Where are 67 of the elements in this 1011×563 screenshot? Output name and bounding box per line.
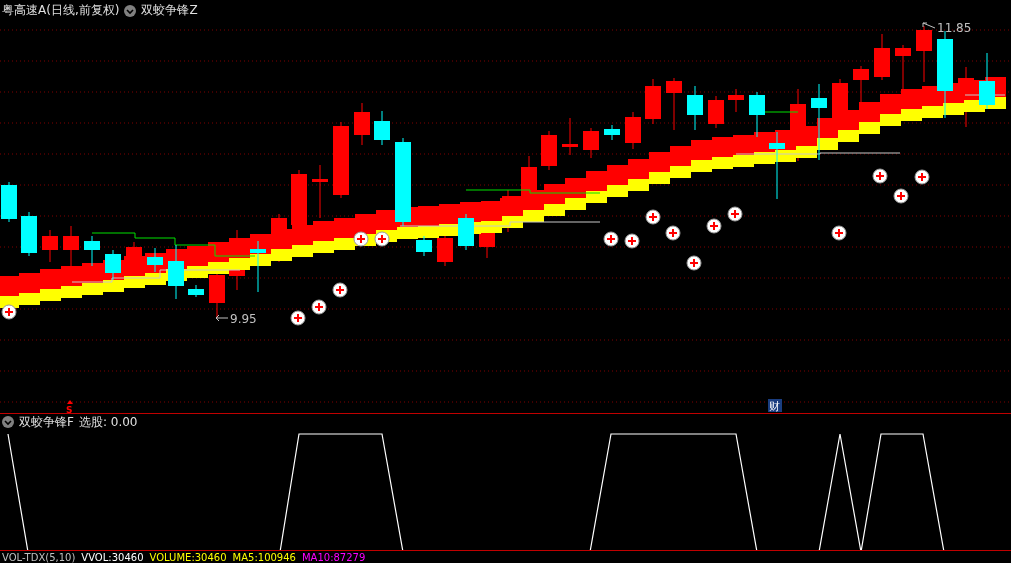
volume-readout: VOL-TDX(5,10) <box>2 551 76 563</box>
candlestick <box>63 225 79 268</box>
finance-marker[interactable]: 财 <box>769 400 780 413</box>
plus-marker-icon <box>645 209 661 225</box>
volume-readout: VOLUME:30460 <box>149 551 227 563</box>
plus-marker-icon <box>686 255 702 271</box>
chart-title: 粤高速A(日线,前复权) <box>2 2 120 19</box>
candlestick <box>916 25 932 83</box>
candlestick <box>604 124 620 141</box>
up-arrow-icon <box>67 400 73 404</box>
candlestick <box>21 211 37 257</box>
candlestick <box>749 91 765 138</box>
candlestick <box>42 229 58 263</box>
low-price-label: 9.95 <box>230 312 257 326</box>
plus-marker-icon <box>603 231 619 247</box>
plus-marker-icon <box>332 282 348 298</box>
candlestick <box>645 78 661 125</box>
arrow-icon <box>215 314 229 322</box>
candlestick <box>250 240 266 293</box>
plus-marker-icon <box>290 310 306 326</box>
candlestick <box>708 95 724 129</box>
candlestick <box>1 181 17 223</box>
candlestick <box>562 117 578 156</box>
volume-readout: VVOL:30460 <box>81 551 144 563</box>
plus-marker-icon <box>706 218 722 234</box>
candlestick <box>769 131 785 200</box>
plus-marker-icon <box>727 206 743 222</box>
plus-marker-icon <box>311 299 327 315</box>
candlestick <box>168 244 184 300</box>
plus-marker-icon <box>831 225 847 241</box>
dropdown-icon[interactable] <box>2 416 14 428</box>
finance-marker-background <box>768 399 782 412</box>
candlestick <box>188 284 204 298</box>
candlestick <box>583 127 599 159</box>
candlestick <box>374 110 390 146</box>
candlestick <box>687 85 703 131</box>
volume-readout: MA10:87279 <box>301 551 366 563</box>
plus-marker-icon <box>353 231 369 247</box>
candlestick <box>147 247 163 273</box>
candlestick <box>312 164 328 219</box>
plus-marker-icon <box>893 188 909 204</box>
indicator-readout: 选股: 0.00 <box>78 413 138 431</box>
arrow-icon <box>922 22 936 29</box>
candlestick <box>437 233 453 267</box>
plus-marker-icon <box>665 225 681 241</box>
high-price-label: 11.85 <box>937 21 972 35</box>
volume-readout: MA5:100946 <box>232 551 296 563</box>
indicator-name[interactable]: 双蛟争锋F <box>19 413 74 431</box>
indicator-name[interactable]: 双蛟争锋Z <box>141 2 198 19</box>
candlestick <box>541 130 557 171</box>
candlestick <box>458 213 474 251</box>
candlestick <box>84 235 100 267</box>
candlestick <box>874 33 890 81</box>
signal-marker: S <box>66 405 73 413</box>
plus-marker-icon <box>914 169 930 185</box>
candlestick <box>979 52 995 110</box>
plus-marker-icon <box>872 168 888 184</box>
plus-marker-icon <box>374 231 390 247</box>
candlestick <box>416 235 432 257</box>
candlestick <box>625 111 641 150</box>
candlestick <box>666 77 682 131</box>
candlestick <box>354 102 370 146</box>
candlestick <box>105 249 121 281</box>
plus-marker-icon <box>1 304 17 320</box>
plus-marker-icon <box>624 233 640 249</box>
dropdown-icon[interactable] <box>124 4 137 17</box>
candlestick <box>728 88 744 113</box>
